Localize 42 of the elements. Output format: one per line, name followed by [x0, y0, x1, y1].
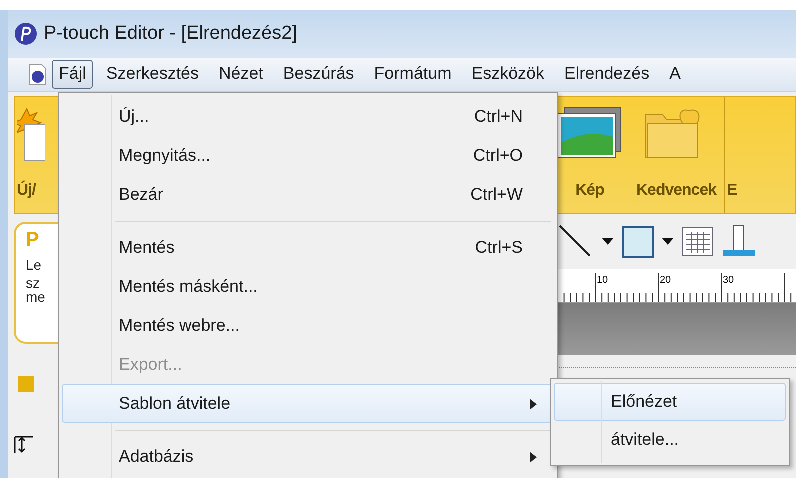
shortcut-label: Ctrl+S	[475, 236, 523, 259]
ruler-label: 30	[723, 275, 734, 286]
menu-item[interactable]: Nézet	[212, 60, 270, 89]
menu-item[interactable]: Új... Ctrl+N	[62, 97, 554, 136]
table-icon[interactable]	[682, 226, 714, 256]
ribbon-button[interactable]: E	[725, 97, 738, 213]
menu-item[interactable]: Szerkesztés	[99, 60, 206, 89]
panel-text: sz	[26, 276, 41, 290]
menu-item[interactable]: Eszközök	[464, 60, 552, 89]
app-logo-icon	[14, 22, 38, 46]
ruler-label: 20	[660, 275, 672, 286]
rectangle-tool-icon[interactable]	[622, 226, 654, 258]
panel-text: Le	[26, 258, 43, 272]
vertical-resize-icon[interactable]	[14, 436, 34, 454]
menu-item[interactable]: Elrendezés	[558, 60, 657, 89]
square-icon	[18, 376, 34, 392]
caret-icon[interactable]	[662, 238, 674, 246]
shortcut-label: Ctrl+N	[474, 106, 523, 128]
window-title: P-touch Editor - [Elrendezés2]	[44, 22, 298, 46]
menu-item[interactable]: Beszúrás	[276, 60, 362, 89]
ribbon-button[interactable]: Kedvencek	[629, 97, 725, 213]
picture-icon	[557, 107, 623, 159]
menu-item[interactable]: Előnézet	[554, 383, 786, 421]
menu-item[interactable]: Megnyitás... Ctrl+O	[62, 136, 554, 175]
ruler-label: 10	[597, 275, 608, 286]
ribbon-button[interactable]: Új/	[15, 97, 61, 213]
panel-title: P	[26, 230, 40, 250]
shortcut-label: Ctrl+O	[473, 144, 523, 167]
menu-item[interactable]: Formátum	[367, 60, 459, 89]
menu-item[interactable]: Fájl	[52, 60, 94, 89]
menu-item[interactable]: Mentés Ctrl+S	[62, 228, 554, 267]
menu-item[interactable]: Bezár Ctrl+W	[62, 175, 554, 214]
shortcut-label: Ctrl+W	[470, 184, 523, 206]
new-document-icon	[17, 107, 45, 163]
menu-item[interactable]: Adatbázis	[62, 437, 554, 476]
menu-item[interactable]: Mentés másként...	[62, 267, 554, 306]
menu-item[interactable]: Mentés webre...	[62, 306, 554, 345]
menu-item[interactable]: átvitele...	[554, 421, 786, 459]
panel-text: me	[26, 290, 46, 304]
menu-item[interactable]: A	[662, 60, 688, 89]
caret-icon[interactable]	[602, 238, 614, 246]
document-icon[interactable]	[28, 64, 48, 86]
